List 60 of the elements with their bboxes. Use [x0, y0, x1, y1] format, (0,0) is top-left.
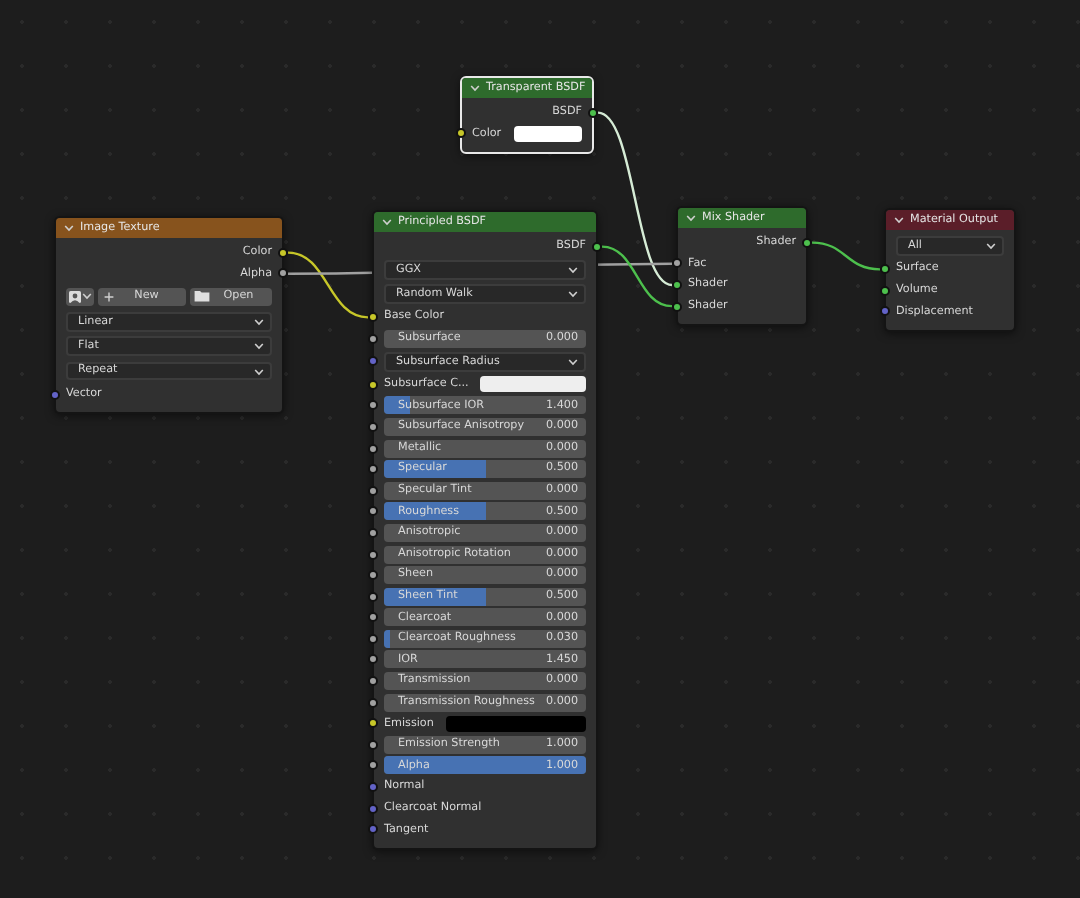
chevron-icon	[894, 216, 904, 224]
socket-dot[interactable]	[368, 506, 378, 517]
chevron-icon	[382, 218, 392, 226]
socket-dot[interactable]	[588, 107, 598, 118]
socket-dot[interactable]	[368, 400, 378, 411]
socket-dot[interactable]	[802, 237, 812, 248]
socket-dot[interactable]	[368, 612, 378, 623]
chevron-icon	[568, 265, 578, 274]
socket-dot[interactable]	[368, 676, 378, 687]
color-swatch[interactable]	[480, 376, 586, 393]
chevron-icon	[254, 367, 264, 376]
socket-dot[interactable]	[368, 633, 378, 644]
socket-dot[interactable]	[456, 128, 466, 139]
chevron-icon	[254, 317, 264, 326]
plus-icon	[104, 291, 114, 302]
folder-icon	[193, 290, 209, 303]
socket-dot[interactable]	[880, 285, 890, 296]
color-swatch[interactable]	[513, 125, 582, 142]
socket-dot[interactable]	[880, 264, 890, 275]
socket-dot[interactable]	[368, 443, 378, 454]
socket-dot[interactable]	[368, 421, 378, 432]
socket-dot[interactable]	[368, 485, 378, 496]
socket-dot[interactable]	[368, 464, 378, 475]
chevron-icon	[254, 342, 264, 351]
socket-dot[interactable]	[368, 549, 378, 559]
socket-dot[interactable]	[368, 654, 378, 665]
socket-dot[interactable]	[368, 333, 378, 344]
color-swatch[interactable]	[445, 715, 586, 732]
socket-dot[interactable]	[368, 824, 378, 835]
socket-dot[interactable]	[368, 782, 378, 793]
socket-dot[interactable]	[50, 389, 60, 400]
chevron-icon	[64, 224, 74, 232]
chevron-icon	[470, 84, 480, 92]
socket-dot[interactable]	[368, 379, 378, 390]
socket-dot[interactable]	[368, 312, 378, 323]
image-browse-button[interactable]	[66, 287, 94, 307]
node-panel[interactable]	[372, 210, 598, 851]
socket-dot[interactable]	[592, 241, 602, 252]
socket-dot[interactable]	[368, 718, 378, 729]
socket-dot[interactable]	[672, 279, 682, 290]
socket-dot[interactable]	[368, 760, 378, 771]
socket-dot[interactable]	[368, 527, 378, 538]
chevron-icon	[82, 292, 92, 301]
socket-dot[interactable]	[278, 268, 288, 279]
image-icon	[68, 289, 82, 304]
socket-dot[interactable]	[672, 301, 682, 312]
socket-dot[interactable]	[278, 247, 288, 258]
chevron-icon	[986, 242, 996, 251]
chevron-icon	[568, 290, 578, 299]
socket-dot[interactable]	[368, 356, 378, 367]
chevron-icon	[568, 357, 578, 366]
socket-dot[interactable]	[368, 570, 378, 581]
socket-dot[interactable]	[880, 306, 890, 317]
chevron-icon	[686, 214, 696, 222]
socket-dot[interactable]	[368, 591, 378, 602]
socket-dot[interactable]	[368, 803, 378, 814]
node-link	[811, 241, 881, 271]
socket-dot[interactable]	[672, 258, 682, 269]
socket-dot[interactable]	[368, 697, 378, 708]
socket-dot[interactable]	[368, 739, 378, 750]
